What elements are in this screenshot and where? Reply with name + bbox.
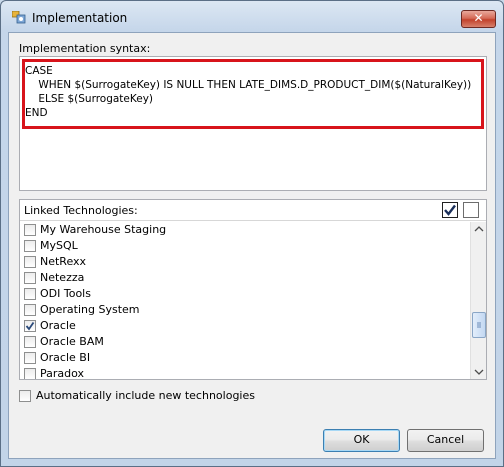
scroll-thumb[interactable]	[472, 312, 486, 338]
technology-label: Oracle BAM	[40, 335, 104, 348]
list-item[interactable]: Oracle BI	[20, 350, 470, 366]
linked-technologies-panel: Linked Technologies: My Warehouse Stagin…	[19, 199, 487, 380]
checkbox[interactable]	[24, 304, 36, 316]
grip-icon	[477, 322, 481, 328]
technology-label: Operating System	[40, 303, 140, 316]
dialog-body: Implementation syntax: CASE WHEN $(Surro…	[8, 32, 496, 459]
ok-button[interactable]: OK	[323, 429, 400, 452]
technology-label: Oracle	[40, 319, 76, 332]
vertical-scrollbar[interactable]	[470, 222, 486, 379]
list-item[interactable]: MySQL	[20, 238, 470, 254]
implementation-icon	[12, 11, 26, 24]
checkbox[interactable]	[24, 288, 36, 300]
syntax-code[interactable]: CASE WHEN $(SurrogateKey) IS NULL THEN L…	[25, 64, 471, 120]
list-item[interactable]: NetRexx	[20, 254, 470, 270]
technologies-list: My Warehouse Staging MySQL NetRexx Netez…	[20, 222, 470, 379]
close-icon: ✕	[473, 11, 484, 25]
list-item[interactable]: Oracle BAM	[20, 334, 470, 350]
close-button[interactable]: ✕	[461, 10, 496, 28]
syntax-label: Implementation syntax:	[19, 42, 151, 55]
technologies-label: Linked Technologies:	[24, 204, 138, 217]
list-item[interactable]: ODI Tools	[20, 286, 470, 302]
technology-label: MySQL	[40, 239, 78, 252]
technology-label: NetRexx	[40, 255, 87, 268]
syntax-line: ELSE $(SurrogateKey)	[25, 93, 154, 105]
checkbox-checked[interactable]	[24, 320, 36, 332]
auto-include-option[interactable]: Automatically include new technologies	[19, 388, 319, 404]
syntax-line: CASE	[25, 65, 53, 77]
list-item[interactable]: My Warehouse Staging	[20, 222, 470, 238]
technology-label: My Warehouse Staging	[40, 223, 167, 236]
deselect-all-button[interactable]	[463, 202, 479, 218]
auto-include-label: Automatically include new technologies	[36, 389, 255, 402]
checkbox[interactable]	[24, 256, 36, 268]
scroll-up-icon[interactable]	[471, 222, 487, 236]
syntax-line: WHEN $(SurrogateKey) IS NULL THEN LATE_D…	[25, 79, 472, 91]
checkbox[interactable]	[24, 224, 36, 236]
checkbox[interactable]	[24, 272, 36, 284]
technologies-header: Linked Technologies:	[20, 200, 486, 221]
list-item[interactable]: Operating System	[20, 302, 470, 318]
list-item[interactable]: Paradox	[20, 366, 470, 379]
auto-include-checkbox[interactable]	[19, 390, 31, 402]
check-all-icon	[444, 204, 456, 216]
checkmark-icon	[25, 321, 35, 331]
checkbox[interactable]	[24, 336, 36, 348]
implementation-dialog: Implementation ✕ Implementation syntax: …	[0, 0, 504, 467]
list-item[interactable]: Netezza	[20, 270, 470, 286]
technology-label: ODI Tools	[40, 287, 91, 300]
syntax-editor[interactable]: CASE WHEN $(SurrogateKey) IS NULL THEN L…	[19, 56, 487, 191]
list-item[interactable]: Oracle	[20, 318, 470, 334]
technology-label: Oracle BI	[40, 351, 91, 364]
technology-label: Paradox	[40, 367, 85, 379]
checkbox[interactable]	[24, 352, 36, 364]
title-bar[interactable]: Implementation ✕	[1, 1, 503, 31]
cancel-button[interactable]: Cancel	[407, 429, 484, 452]
scroll-down-icon[interactable]	[471, 365, 487, 379]
checkbox[interactable]	[24, 240, 36, 252]
checkbox[interactable]	[24, 368, 36, 379]
technology-label: Netezza	[40, 271, 85, 284]
select-all-button[interactable]	[442, 202, 458, 218]
window-title: Implementation	[32, 11, 128, 25]
syntax-line: END	[25, 107, 48, 119]
